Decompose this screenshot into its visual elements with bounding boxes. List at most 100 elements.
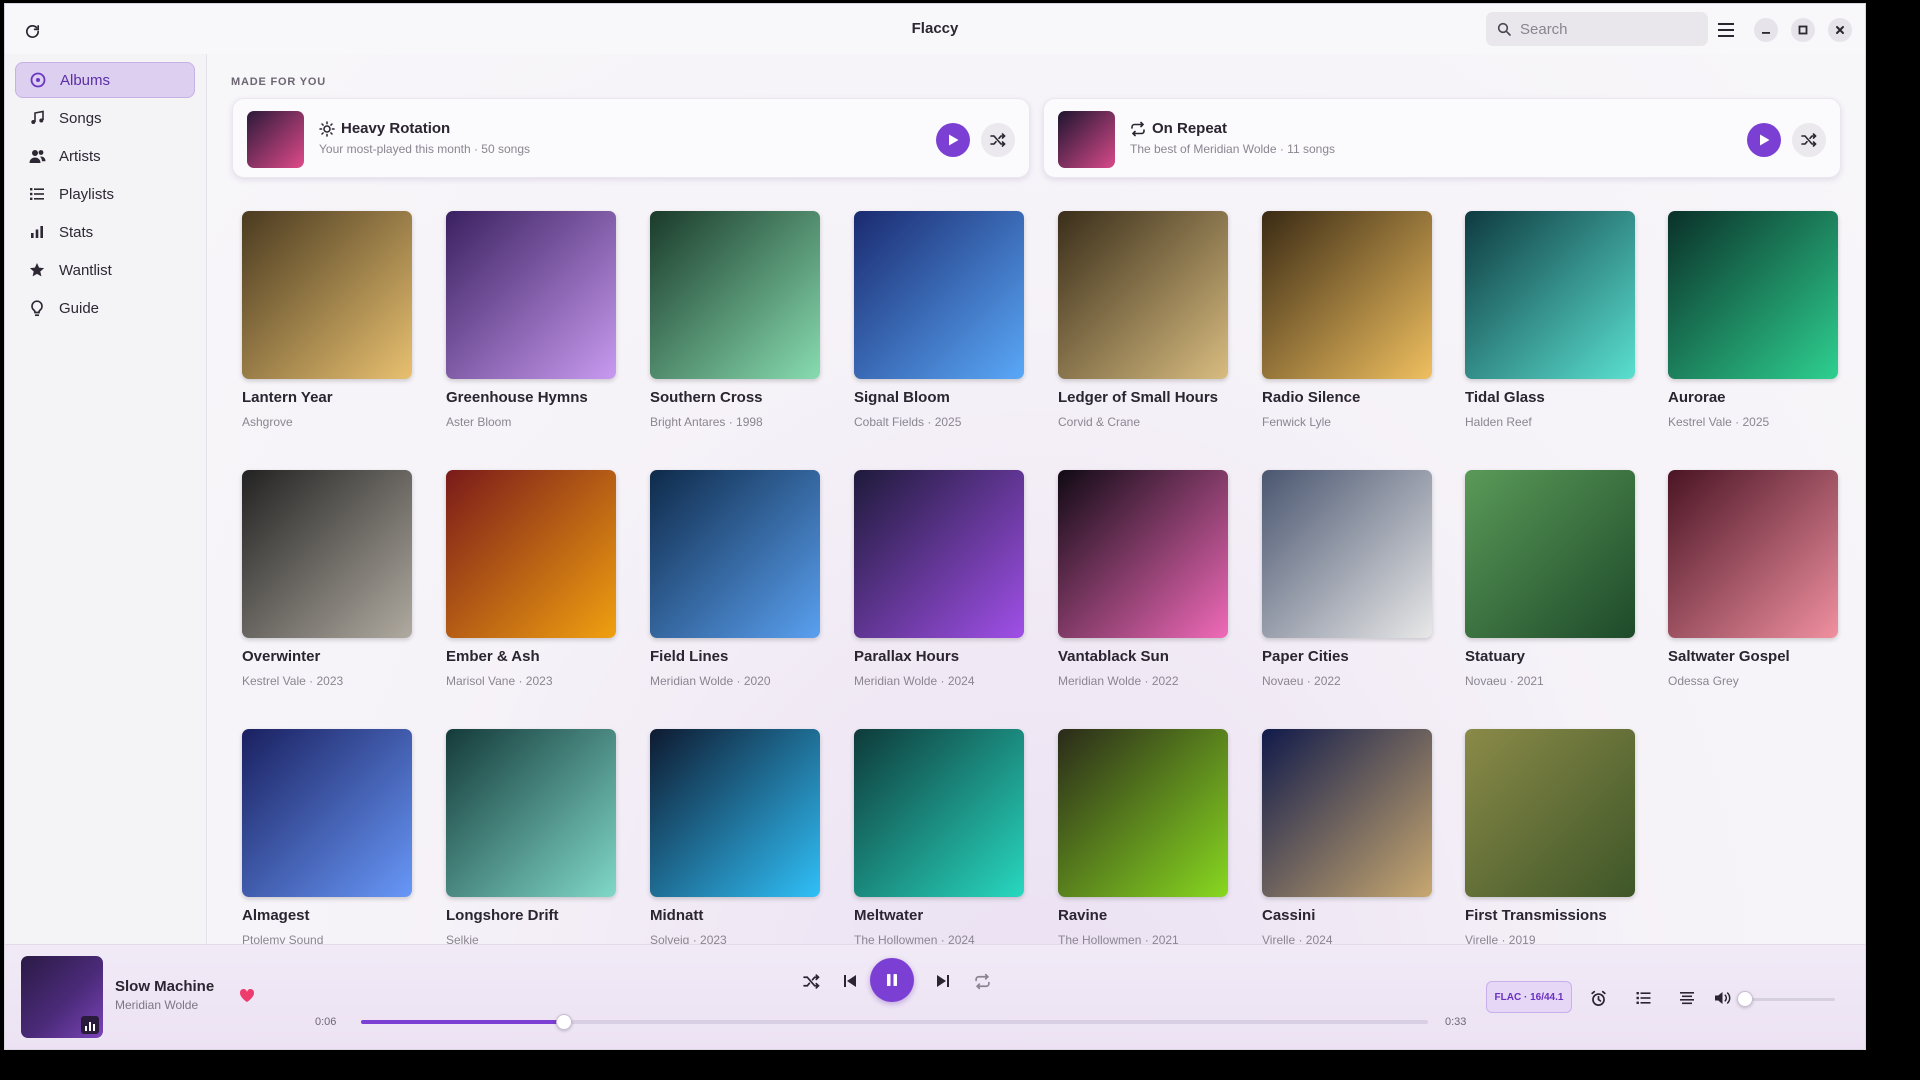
play-button[interactable]	[936, 123, 970, 157]
close-button[interactable]	[1828, 18, 1852, 42]
album-cover[interactable]	[1465, 211, 1635, 379]
album-cover[interactable]	[1262, 470, 1432, 638]
album-title[interactable]: Saltwater Gospel	[1668, 648, 1838, 665]
album-card[interactable]: Radio Silence Fenwick Lyle	[1262, 211, 1432, 429]
album-cover[interactable]	[242, 729, 412, 897]
lyrics-button[interactable]	[1676, 987, 1698, 1009]
sidebar-item-albums[interactable]: Albums	[15, 62, 195, 98]
minimize-button[interactable]	[1754, 18, 1778, 42]
album-card[interactable]: Statuary Novaeu · 2021	[1465, 470, 1635, 688]
album-title[interactable]: Cassini	[1262, 907, 1432, 924]
volume-button[interactable]	[1712, 987, 1734, 1009]
album-card[interactable]: Midnatt Solveig · 2023	[650, 729, 820, 947]
album-title[interactable]: Lantern Year	[242, 389, 412, 406]
queue-button[interactable]	[1632, 987, 1654, 1009]
album-card[interactable]: Greenhouse Hymns Aster Bloom	[446, 211, 616, 429]
progress-bar[interactable]	[361, 1014, 1428, 1030]
search-box[interactable]	[1486, 12, 1708, 46]
album-title[interactable]: Ledger of Small Hours	[1058, 389, 1228, 406]
album-title[interactable]: First Transmissions	[1465, 907, 1635, 924]
shuffle-button[interactable]	[800, 970, 822, 992]
album-card[interactable]: Aurorae Kestrel Vale · 2025	[1668, 211, 1838, 429]
sidebar-item-wantlist[interactable]: Wantlist	[15, 252, 195, 288]
album-card[interactable]: Ledger of Small Hours Corvid & Crane	[1058, 211, 1228, 429]
play-button[interactable]	[1747, 123, 1781, 157]
album-title[interactable]: Radio Silence	[1262, 389, 1432, 406]
album-title[interactable]: Vantablack Sun	[1058, 648, 1228, 665]
album-cover[interactable]	[242, 211, 412, 379]
next-button[interactable]	[932, 970, 954, 992]
album-cover[interactable]	[1465, 729, 1635, 897]
album-card[interactable]: Meltwater The Hollowmen · 2024	[854, 729, 1024, 947]
album-title[interactable]: Statuary	[1465, 648, 1635, 665]
album-card[interactable]: Field Lines Meridian Wolde · 2020	[650, 470, 820, 688]
track-artist[interactable]: Meridian Wolde	[115, 998, 198, 1012]
sidebar-item-playlists[interactable]: Playlists	[15, 176, 195, 212]
volume-handle[interactable]	[1737, 991, 1753, 1007]
album-title[interactable]: Aurorae	[1668, 389, 1838, 406]
album-card[interactable]: Overwinter Kestrel Vale · 2023	[242, 470, 412, 688]
album-cover[interactable]	[446, 211, 616, 379]
now-playing-cover[interactable]	[21, 956, 103, 1038]
menu-button[interactable]	[1714, 18, 1738, 42]
sidebar-item-guide[interactable]: Guide	[15, 290, 195, 326]
sidebar-item-songs[interactable]: Songs	[15, 100, 195, 136]
search-input[interactable]	[1520, 20, 1700, 38]
album-title[interactable]: Signal Bloom	[854, 389, 1024, 406]
album-card[interactable]: Ember & Ash Marisol Vane · 2023	[446, 470, 616, 688]
album-card[interactable]: Longshore Drift Selkie	[446, 729, 616, 947]
format-badge[interactable]: FLAC · 16/44.1	[1486, 981, 1572, 1013]
volume-slider[interactable]	[1737, 991, 1835, 1007]
album-card[interactable]: Almagest Ptolemy Sound	[242, 729, 412, 947]
album-title[interactable]: Tidal Glass	[1465, 389, 1635, 406]
shuffle-button[interactable]	[981, 123, 1015, 157]
album-title[interactable]: Field Lines	[650, 648, 820, 665]
album-cover[interactable]	[854, 729, 1024, 897]
progress-handle[interactable]	[555, 1014, 572, 1030]
album-title[interactable]: Almagest	[242, 907, 412, 924]
album-cover[interactable]	[650, 211, 820, 379]
album-cover[interactable]	[1058, 729, 1228, 897]
maximize-button[interactable]	[1791, 18, 1815, 42]
album-cover[interactable]	[446, 470, 616, 638]
album-card[interactable]: Southern Cross Bright Antares · 1998	[650, 211, 820, 429]
album-cover[interactable]	[854, 211, 1024, 379]
album-card[interactable]: Vantablack Sun Meridian Wolde · 2022	[1058, 470, 1228, 688]
album-title[interactable]: Greenhouse Hymns	[446, 389, 616, 406]
album-cover[interactable]	[1058, 211, 1228, 379]
album-title[interactable]: Overwinter	[242, 648, 412, 665]
repeat-button[interactable]	[971, 970, 993, 992]
album-cover[interactable]	[446, 729, 616, 897]
album-title[interactable]: Ravine	[1058, 907, 1228, 924]
album-card[interactable]: Ravine The Hollowmen · 2021	[1058, 729, 1228, 947]
mix-card-on-repeat[interactable]: On Repeat The best of Meridian Wolde · 1…	[1043, 98, 1841, 178]
album-title[interactable]: Longshore Drift	[446, 907, 616, 924]
album-card[interactable]: Parallax Hours Meridian Wolde · 2024	[854, 470, 1024, 688]
album-cover[interactable]	[1668, 470, 1838, 638]
track-title[interactable]: Slow Machine	[115, 978, 214, 995]
sleep-timer-button[interactable]	[1587, 987, 1609, 1009]
album-card[interactable]: Saltwater Gospel Odessa Grey	[1668, 470, 1838, 688]
album-cover[interactable]	[1262, 211, 1432, 379]
pause-button[interactable]	[870, 958, 914, 1002]
album-title[interactable]: Southern Cross	[650, 389, 820, 406]
album-card[interactable]: Lantern Year Ashgrove	[242, 211, 412, 429]
mix-card-heavy-rotation[interactable]: Heavy Rotation Your most-played this mon…	[232, 98, 1030, 178]
album-card[interactable]: Tidal Glass Halden Reef	[1465, 211, 1635, 429]
album-title[interactable]: Paper Cities	[1262, 648, 1432, 665]
album-title[interactable]: Ember & Ash	[446, 648, 616, 665]
like-button[interactable]	[239, 988, 255, 1008]
album-cover[interactable]	[1262, 729, 1432, 897]
album-cover[interactable]	[1465, 470, 1635, 638]
album-title[interactable]: Meltwater	[854, 907, 1024, 924]
album-card[interactable]: Cassini Virelle · 2024	[1262, 729, 1432, 947]
previous-button[interactable]	[839, 970, 861, 992]
album-title[interactable]: Midnatt	[650, 907, 820, 924]
album-cover[interactable]	[854, 470, 1024, 638]
album-cover[interactable]	[242, 470, 412, 638]
album-card[interactable]: Paper Cities Novaeu · 2022	[1262, 470, 1432, 688]
album-cover[interactable]	[650, 729, 820, 897]
album-card[interactable]: First Transmissions Virelle · 2019	[1465, 729, 1635, 947]
album-cover[interactable]	[1668, 211, 1838, 379]
sidebar-item-stats[interactable]: Stats	[15, 214, 195, 250]
